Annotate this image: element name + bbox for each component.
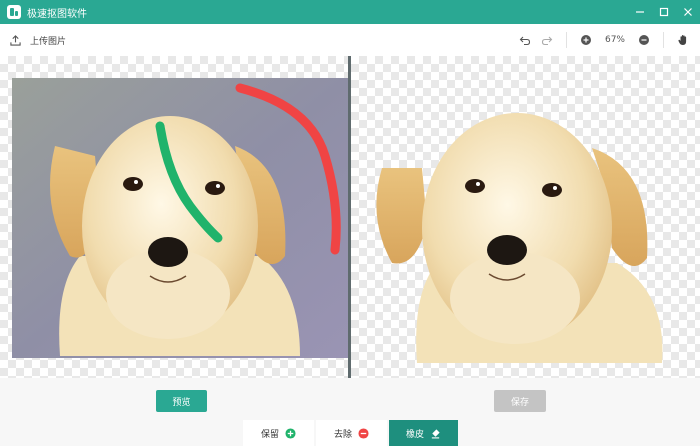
toolbar-separator bbox=[663, 32, 664, 48]
window-controls bbox=[628, 0, 700, 24]
remove-tool-button[interactable]: 去除 bbox=[316, 420, 387, 446]
plus-circle-icon bbox=[285, 427, 296, 439]
minus-circle-icon bbox=[358, 427, 369, 439]
result-image-canvas[interactable] bbox=[351, 56, 700, 378]
original-image bbox=[12, 78, 348, 358]
eraser-tool-label: 橡皮 bbox=[405, 429, 424, 440]
hand-icon bbox=[678, 35, 687, 45]
remove-tool-label: 去除 bbox=[333, 429, 352, 440]
zoom-level: 67% bbox=[604, 35, 625, 45]
upload-image-button[interactable]: 上传图片 bbox=[10, 34, 66, 47]
toolbar: 上传图片 67% bbox=[0, 24, 700, 56]
keep-tool-button[interactable]: 保留 bbox=[243, 420, 314, 446]
result-image bbox=[376, 113, 663, 363]
close-icon bbox=[684, 8, 692, 16]
app-logo-icon bbox=[7, 5, 21, 19]
maximize-icon bbox=[659, 7, 669, 17]
undo-button[interactable] bbox=[514, 29, 536, 51]
zoom-out-button[interactable] bbox=[633, 29, 655, 51]
title-bar: 极速抠图软件 bbox=[0, 0, 700, 24]
footer: 预览 保存 保留 去除 橡皮 bbox=[0, 378, 700, 446]
app-title: 极速抠图软件 bbox=[27, 8, 87, 20]
redo-icon bbox=[541, 36, 553, 46]
zoom-in-button[interactable] bbox=[575, 29, 597, 51]
eraser-tool-button[interactable]: 橡皮 bbox=[389, 420, 458, 446]
redo-button[interactable] bbox=[536, 29, 558, 51]
minimize-icon bbox=[636, 11, 644, 13]
maximize-button[interactable] bbox=[652, 0, 676, 24]
eraser-icon bbox=[431, 428, 440, 438]
zoom-out-icon bbox=[639, 35, 649, 45]
dog-cutout bbox=[376, 113, 663, 363]
save-button[interactable]: 保存 bbox=[494, 390, 546, 412]
work-area bbox=[0, 56, 700, 378]
keep-tool-label: 保留 bbox=[260, 429, 279, 440]
preview-button[interactable]: 预览 bbox=[156, 390, 207, 412]
close-button[interactable] bbox=[676, 0, 700, 24]
undo-icon bbox=[519, 36, 531, 46]
original-image-canvas[interactable] bbox=[0, 56, 348, 378]
zoom-in-icon bbox=[581, 35, 591, 45]
minimize-button[interactable] bbox=[628, 0, 652, 24]
upload-icon bbox=[10, 34, 21, 46]
upload-image-label: 上传图片 bbox=[30, 36, 67, 47]
view-tools: 67% bbox=[514, 24, 694, 56]
pan-hand-button[interactable] bbox=[672, 29, 694, 51]
toolbar-separator bbox=[566, 32, 567, 48]
